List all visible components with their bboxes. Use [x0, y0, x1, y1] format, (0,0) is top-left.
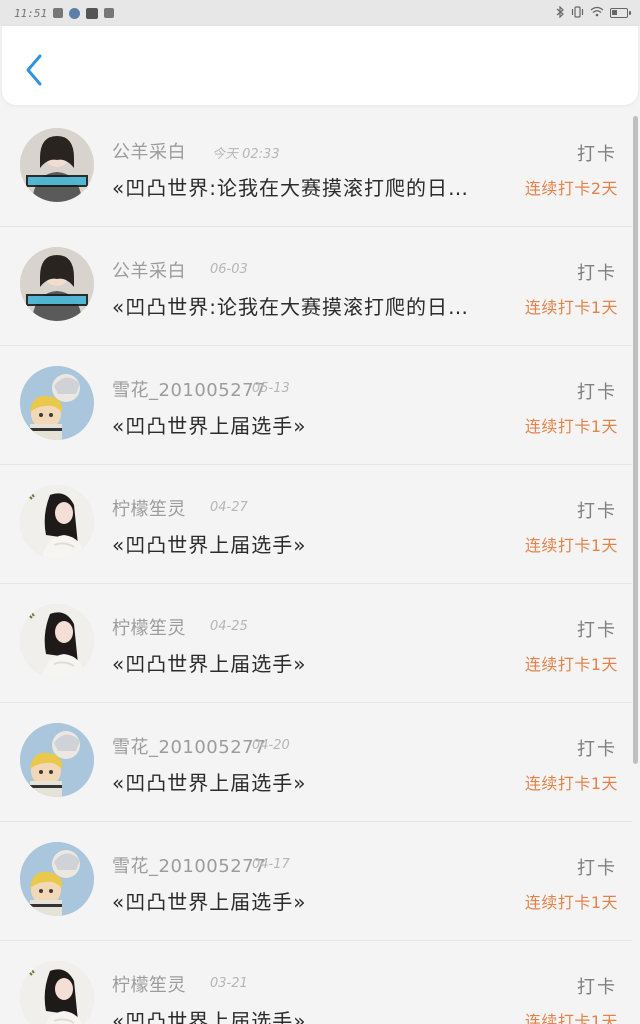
avatar-image	[20, 128, 94, 202]
notification-icon	[69, 7, 81, 19]
book-title[interactable]: «凹凸世界上届选手»	[112, 886, 512, 915]
avatar-image	[20, 961, 94, 1024]
list-item[interactable]: 柠檬笙灵 04-25 «凹凸世界上届选手» 打卡 连续打卡1天	[0, 584, 632, 703]
post-date: 今天 02:33	[212, 147, 280, 162]
status-right	[556, 5, 631, 21]
checkin-label: 打卡	[577, 382, 617, 403]
user-name[interactable]: 雪花_201005277	[112, 852, 266, 878]
status-bar: 11:51	[0, 0, 640, 26]
app-icon	[86, 7, 99, 19]
post-date: 04-25	[210, 619, 248, 634]
avatar-image	[20, 723, 94, 797]
chevron-left-icon	[26, 54, 42, 86]
list-item[interactable]: 公羊采白 今天 02:33 «凹凸世界:论我在大赛摸滚打爬的日… 打卡 连续打卡…	[0, 108, 632, 227]
list-item[interactable]: 公羊采白 06-03 «凹凸世界:论我在大赛摸滚打爬的日… 打卡 连续打卡1天	[0, 227, 632, 346]
avatar-image	[20, 485, 94, 559]
status-time: 11:51	[14, 6, 48, 20]
app-icon	[53, 8, 64, 18]
avatar[interactable]	[20, 842, 94, 916]
post-date: 06-03	[210, 262, 248, 277]
scrollbar-thumb[interactable]	[633, 116, 638, 764]
checkin-label: 打卡	[577, 263, 617, 284]
streak-text: 连续打卡1天	[524, 298, 618, 317]
user-name[interactable]: 柠檬笙灵	[112, 614, 186, 640]
header	[2, 26, 638, 105]
checkin-label: 打卡	[577, 501, 617, 522]
book-title[interactable]: «凹凸世界上届选手»	[112, 767, 512, 796]
avatar-image	[20, 366, 94, 440]
avatar-image	[20, 604, 94, 678]
streak-text: 连续打卡1天	[524, 655, 618, 674]
wifi-icon	[590, 6, 604, 20]
list-item[interactable]: 雪花_201005277 04-20 «凹凸世界上届选手» 打卡 连续打卡1天	[0, 703, 632, 822]
checkin-label: 打卡	[577, 739, 617, 760]
post-date: 05-13	[252, 381, 290, 396]
avatar[interactable]	[20, 604, 94, 678]
post-date: 04-27	[210, 500, 248, 515]
checkin-label: 打卡	[577, 620, 617, 641]
battery-level	[612, 10, 617, 15]
status-left: 11:51	[14, 6, 115, 20]
streak-text: 连续打卡1天	[524, 893, 618, 912]
user-name[interactable]: 雪花_201005277	[112, 376, 266, 402]
list-item[interactable]: 雪花_201005277 05-13 «凹凸世界上届选手» 打卡 连续打卡1天	[0, 346, 632, 465]
list-item[interactable]: 雪花_201005277 04-17 «凹凸世界上届选手» 打卡 连续打卡1天	[0, 822, 632, 941]
streak-text: 连续打卡1天	[524, 774, 618, 793]
bluetooth-icon	[556, 5, 565, 21]
list-item[interactable]: 柠檬笙灵 04-27 «凹凸世界上届选手» 打卡 连续打卡1天	[0, 465, 632, 584]
book-title[interactable]: «凹凸世界上届选手»	[112, 1005, 512, 1024]
avatar-image	[20, 247, 94, 321]
scrollbar[interactable]	[632, 108, 640, 1024]
vibrate-icon	[571, 5, 584, 21]
book-title[interactable]: «凹凸世界上届选手»	[112, 410, 512, 439]
streak-text: 连续打卡1天	[524, 536, 618, 555]
avatar-image	[20, 842, 94, 916]
streak-text: 连续打卡2天	[524, 179, 618, 198]
streak-text: 连续打卡1天	[524, 417, 618, 436]
avatar[interactable]	[20, 247, 94, 321]
list-item[interactable]: 柠檬笙灵 03-21 «凹凸世界上届选手» 打卡 连续打卡1天	[0, 941, 632, 1024]
checkin-label: 打卡	[577, 977, 617, 998]
user-name[interactable]: 柠檬笙灵	[112, 971, 186, 997]
book-title[interactable]: «凹凸世界上届选手»	[112, 529, 512, 558]
book-title[interactable]: «凹凸世界:论我在大赛摸滚打爬的日…	[112, 291, 512, 320]
checkin-label: 打卡	[577, 144, 617, 165]
avatar[interactable]	[20, 128, 94, 202]
avatar[interactable]	[20, 485, 94, 559]
user-name[interactable]: 柠檬笙灵	[112, 495, 186, 521]
checkin-list: 公羊采白 今天 02:33 «凹凸世界:论我在大赛摸滚打爬的日… 打卡 连续打卡…	[0, 108, 632, 1024]
checkin-label: 打卡	[577, 858, 617, 879]
user-name[interactable]: 公羊采白	[112, 257, 186, 283]
avatar[interactable]	[20, 366, 94, 440]
book-title[interactable]: «凹凸世界上届选手»	[112, 648, 512, 677]
post-date: 03-21	[210, 976, 248, 991]
battery-icon	[610, 8, 631, 18]
user-name[interactable]: 公羊采白	[112, 138, 186, 164]
avatar[interactable]	[20, 961, 94, 1024]
post-date: 04-17	[252, 857, 290, 872]
user-name[interactable]: 雪花_201005277	[112, 733, 266, 759]
book-title[interactable]: «凹凸世界:论我在大赛摸滚打爬的日…	[112, 172, 512, 201]
back-button[interactable]	[20, 52, 48, 88]
streak-text: 连续打卡1天	[524, 1012, 618, 1024]
avatar[interactable]	[20, 723, 94, 797]
post-date: 04-20	[252, 738, 290, 753]
message-icon	[104, 8, 115, 18]
